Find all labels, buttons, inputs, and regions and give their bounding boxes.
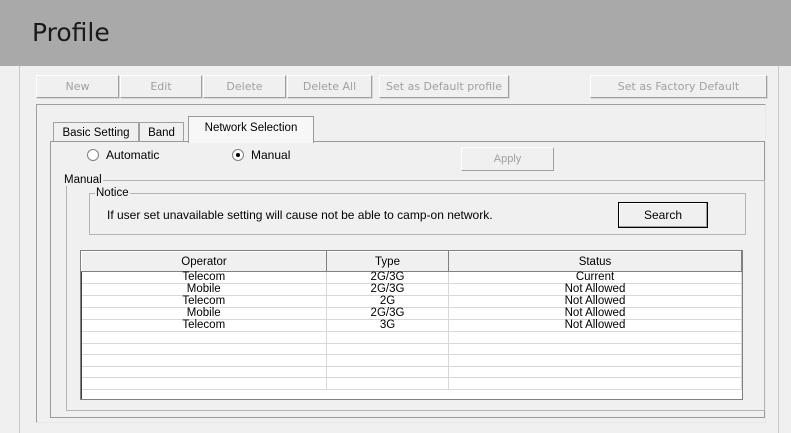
automatic-radio-label: Automatic — [106, 148, 160, 162]
status-cell: Current — [448, 271, 742, 284]
search-button[interactable]: Search — [618, 202, 708, 228]
type-cell: 3G — [326, 319, 449, 332]
table-row[interactable]: Telecom 2G/3G Current — [81, 271, 742, 284]
table-row[interactable]: Mobile 2G/3G Not Allowed — [81, 307, 742, 320]
set-default-profile-button[interactable]: Set as Default profile — [379, 75, 509, 98]
empty-row — [81, 331, 742, 344]
operator-cell: Mobile — [81, 283, 327, 296]
empty-row — [81, 366, 742, 378]
notice-group-label: Notice — [95, 187, 130, 199]
table-row[interactable]: Mobile 2G/3G Not Allowed — [81, 283, 742, 296]
type-cell: 2G — [326, 295, 449, 308]
title-bar: Profile — [0, 0, 791, 66]
tab-basic-setting[interactable]: Basic Setting — [53, 122, 139, 142]
manual-group-label: Manual — [63, 174, 103, 186]
delete-all-button[interactable]: Delete All — [287, 75, 372, 98]
operator-cell: Mobile — [81, 307, 327, 320]
column-header-operator[interactable]: Operator — [81, 251, 327, 272]
radio-circle-icon — [87, 149, 99, 161]
tab-network-selection[interactable]: Network Selection — [188, 116, 314, 143]
type-cell: 2G/3G — [326, 283, 449, 296]
new-button[interactable]: New — [36, 75, 119, 98]
operator-cell: Telecom — [81, 295, 327, 308]
operator-cell: Telecom — [81, 319, 327, 332]
table-row[interactable]: Telecom 3G Not Allowed — [81, 319, 742, 332]
status-cell: Not Allowed — [448, 283, 742, 296]
type-cell: 2G/3G — [326, 307, 449, 320]
status-cell: Not Allowed — [448, 307, 742, 320]
notice-text: If user set unavailable setting will cau… — [107, 208, 493, 222]
status-cell: Not Allowed — [448, 319, 742, 332]
radio-checked-icon — [232, 149, 244, 161]
network-list[interactable]: Operator Type Status Telecom 2G/3G Curre… — [80, 250, 743, 400]
delete-button[interactable]: Delete — [203, 75, 286, 98]
empty-row — [81, 343, 742, 355]
page-title: Profile — [32, 18, 110, 47]
empty-row — [81, 377, 742, 390]
apply-button[interactable]: Apply — [461, 147, 554, 171]
column-header-type[interactable]: Type — [326, 251, 449, 272]
status-cell: Not Allowed — [448, 295, 742, 308]
table-row[interactable]: Telecom 2G Not Allowed — [81, 295, 742, 308]
empty-row — [81, 354, 742, 367]
column-header-status[interactable]: Status — [448, 251, 742, 272]
operator-cell: Telecom — [81, 271, 327, 284]
manual-radio[interactable]: Manual — [232, 148, 290, 162]
type-cell: 2G/3G — [326, 271, 449, 284]
edit-button[interactable]: Edit — [120, 75, 202, 98]
automatic-radio[interactable]: Automatic — [87, 148, 159, 162]
manual-radio-label: Manual — [251, 148, 291, 162]
set-factory-default-button[interactable]: Set as Factory Default — [590, 75, 767, 98]
tab-band[interactable]: Band — [139, 122, 184, 142]
